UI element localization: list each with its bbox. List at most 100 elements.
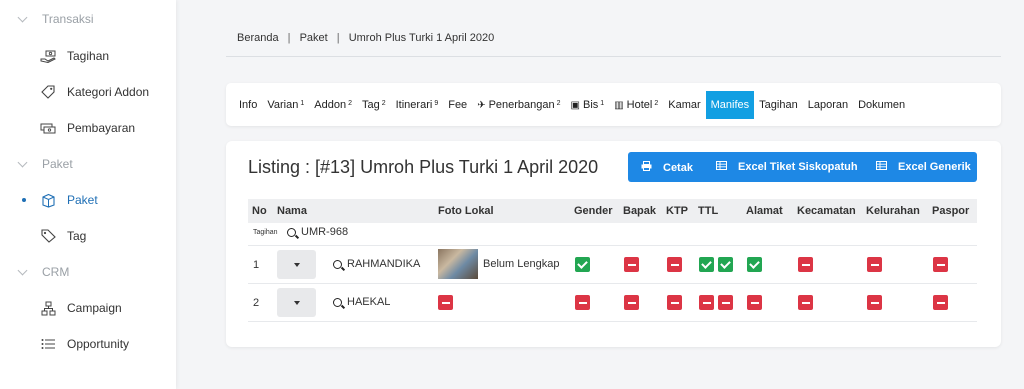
sidebar-item-label: Pembayaran — [67, 121, 136, 135]
foto-missing-icon — [438, 295, 453, 310]
sidebar-section-label: Transaksi — [42, 12, 94, 26]
plane-icon: ✈ — [477, 99, 486, 111]
sidebar-item-label: Campaign — [67, 301, 122, 315]
breadcrumb-section[interactable]: Paket — [300, 32, 328, 44]
row-number: 1 — [253, 259, 260, 271]
sidebar-section-crm[interactable]: CRM — [18, 265, 69, 279]
col-ttl: TTL — [698, 205, 719, 217]
col-kecamatan: Kecamatan — [797, 205, 856, 217]
group-label: Tagihan — [253, 229, 278, 236]
list-icon — [40, 337, 56, 351]
sidebar-item-label: Tagihan — [67, 49, 110, 63]
tab-dokumen[interactable]: Dokumen — [853, 91, 910, 119]
sidebar-item-tag[interactable]: Tag — [40, 229, 86, 243]
action-button-group: Cetak Excel Tiket Siskopatuh Excel Gener… — [628, 152, 977, 182]
print-button[interactable]: Cetak — [641, 161, 693, 174]
excel-generik-label: Excel Generik — [898, 161, 971, 173]
tab-label: Kamar — [668, 99, 701, 111]
caret-down-icon — [293, 300, 300, 305]
tab-tagihan[interactable]: Tagihan — [754, 91, 803, 119]
table-icon — [716, 161, 727, 173]
tab-count: 9 — [434, 99, 439, 107]
tabs-bar: Info Varian 1 Addon 2 Tag 2 Itinerari 9 Fee ✈ Pener… — [226, 83, 1001, 126]
breadcrumb-current: Umroh Plus Turki 1 April 2020 — [348, 32, 495, 44]
sidebar-item-pembayaran[interactable]: Pembayaran — [40, 121, 135, 135]
tag-icon — [40, 229, 56, 243]
search-icon — [333, 259, 342, 269]
sidebar-item-label: Tag — [67, 229, 87, 243]
col-paspor: Paspor — [932, 205, 970, 217]
photo-status: Belum Lengkap — [483, 258, 560, 270]
tab-label: Penerbangan — [488, 99, 555, 111]
breadcrumb-home[interactable]: Beranda — [237, 32, 279, 44]
sidebar-item-tagihan[interactable]: Tagihan — [40, 49, 109, 63]
tab-info[interactable]: Info — [234, 91, 262, 119]
jamaah-name: HAEKAL — [347, 296, 391, 308]
excel-siskopatuh-label: Excel Tiket Siskopatuh — [738, 161, 858, 173]
tab-manifes[interactable]: Manifes — [705, 91, 755, 119]
sidebar-item-kategori-addon[interactable]: Kategori Addon — [40, 85, 149, 99]
sidebar-item-label: Opportunity — [67, 337, 130, 351]
manifest-card: Listing : [#13] Umroh Plus Turki 1 April… — [226, 141, 1001, 347]
row-actions-dropdown[interactable] — [277, 288, 316, 317]
tab-label: Info — [239, 99, 258, 111]
tab-tag[interactable]: Tag 2 — [357, 91, 391, 119]
alamat-missing-icon — [747, 295, 762, 310]
tab-varian[interactable]: Varian 1 — [262, 91, 309, 119]
tab-laporan[interactable]: Laporan — [803, 91, 853, 119]
jamaah-name-link[interactable]: HAEKAL — [333, 296, 390, 308]
jamaah-name-link[interactable]: RAHMANDIKA — [333, 258, 420, 270]
row-actions-dropdown[interactable] — [277, 250, 316, 279]
breadcrumb: Beranda | Paket | Umroh Plus Turki 1 Apr… — [237, 32, 494, 44]
tab-hotel[interactable]: ▥ Hotel 2 — [609, 91, 663, 119]
excel-generik-button[interactable]: Excel Generik — [876, 161, 971, 173]
tab-bis[interactable]: ▣ Bis 1 — [566, 91, 610, 119]
package-icon — [40, 193, 56, 208]
sidebar-item-opportunity[interactable]: Opportunity — [40, 337, 129, 351]
jamaah-name: RAHMANDIKA — [347, 258, 421, 270]
paspor-missing-icon — [933, 257, 948, 272]
col-no: No — [252, 205, 267, 217]
gender-check-icon — [575, 257, 590, 272]
ttl-missing-icon — [718, 295, 733, 310]
excel-siskopatuh-button[interactable]: Excel Tiket Siskopatuh — [716, 161, 858, 173]
tab-penerbangan[interactable]: ✈ Penerbangan 2 — [472, 91, 565, 119]
sidebar-section-label: CRM — [42, 265, 70, 279]
jamaah-photo[interactable] — [438, 249, 478, 279]
ktp-missing-icon — [667, 257, 682, 272]
active-indicator — [22, 198, 26, 202]
tab-count: 2 — [556, 99, 561, 107]
tab-count: 1 — [300, 99, 305, 107]
sidebar-item-campaign[interactable]: Campaign — [40, 301, 122, 315]
sidebar-section-paket[interactable]: Paket — [18, 157, 73, 171]
table-row: 1 RAHMANDIKA Belum Lengkap — [248, 246, 977, 284]
breadcrumb-separator: | — [336, 32, 340, 44]
bapak-missing-icon — [624, 295, 639, 310]
tab-addon[interactable]: Addon 2 — [309, 91, 357, 119]
tab-label: Itinerari — [395, 99, 433, 111]
paspor-missing-icon — [933, 295, 948, 310]
col-nama: Nama — [277, 205, 307, 217]
sidebar: Transaksi Tagihan Kategori Addon Pembaya… — [0, 0, 176, 389]
invoice-link[interactable]: UMR-968 — [287, 226, 348, 238]
kelurahan-missing-icon — [867, 257, 882, 272]
tab-itinerari[interactable]: Itinerari 9 — [391, 91, 444, 119]
print-button-label: Cetak — [663, 161, 693, 174]
caret-down-icon — [293, 262, 300, 267]
hotel-icon: ▥ — [614, 99, 624, 111]
kelurahan-missing-icon — [867, 295, 882, 310]
sidebar-item-paket[interactable]: Paket — [40, 193, 98, 208]
sidebar-section-label: Paket — [42, 157, 73, 171]
hand-money-icon — [40, 49, 56, 63]
tab-count: 2 — [654, 99, 659, 107]
sidebar-section-transaksi[interactable]: Transaksi — [18, 12, 94, 26]
tab-label: Laporan — [807, 99, 849, 111]
table-icon — [876, 161, 887, 173]
ktp-missing-icon — [667, 295, 682, 310]
tab-fee[interactable]: Fee — [443, 91, 472, 119]
tab-list: Info Varian 1 Addon 2 Tag 2 Itinerari 9 Fee ✈ Pener… — [234, 91, 910, 119]
tab-kamar[interactable]: Kamar — [663, 91, 705, 119]
print-icon — [641, 161, 652, 174]
page-title: Listing : [#13] Umroh Plus Turki 1 April… — [248, 157, 599, 177]
gender-missing-icon — [575, 295, 590, 310]
